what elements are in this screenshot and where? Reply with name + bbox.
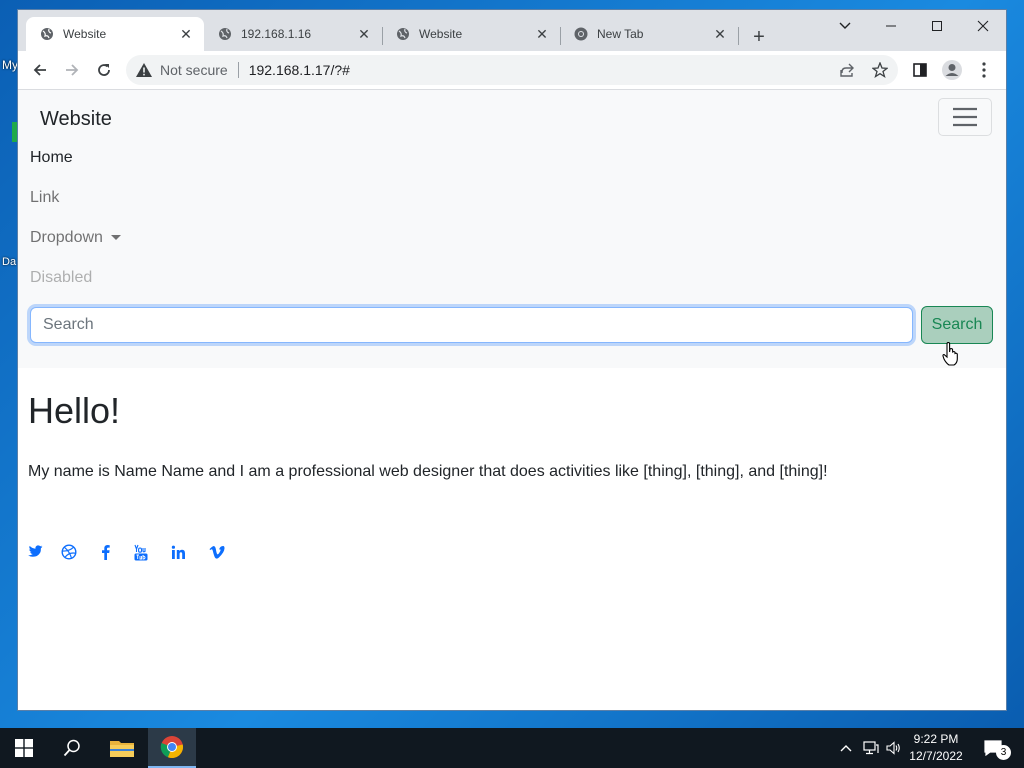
maximize-icon (932, 21, 942, 31)
maximize-button[interactable] (914, 10, 960, 42)
back-arrow-icon (33, 64, 46, 76)
hamburger-icon (953, 107, 977, 127)
web-page: Website Home Link Dropdown Disabled Sear… (18, 90, 1006, 710)
nav-link-disabled: Disabled (30, 269, 93, 286)
tab-192-168-1-16[interactable]: 192.168.1.16 ✕ (204, 17, 382, 51)
share-icon (840, 63, 854, 77)
chevron-up-icon (840, 745, 852, 752)
hand-cursor-icon (942, 342, 958, 366)
avatar-icon (942, 60, 962, 80)
minimize-button[interactable] (868, 10, 914, 42)
url-text[interactable]: 192.168.1.17/?# (249, 62, 350, 78)
navbar: Website Home Link Dropdown Disabled Sear… (18, 90, 1006, 368)
facebook-icon[interactable] (96, 543, 114, 561)
windows-icon (15, 739, 33, 757)
navbar-toggler-button[interactable] (938, 98, 992, 136)
tab-separator (738, 27, 739, 45)
youtube-icon[interactable] (132, 543, 150, 561)
side-panel-button[interactable] (906, 56, 934, 84)
action-center-button[interactable]: 3 (978, 728, 1011, 768)
tab-title: Website (63, 27, 107, 41)
nav-dropdown[interactable]: Dropdown (30, 229, 121, 247)
linkedin-icon[interactable] (169, 543, 187, 561)
tab-search-button[interactable] (822, 10, 868, 42)
address-separator (237, 62, 239, 78)
tab-title: 192.168.1.16 (241, 27, 312, 41)
desktop-icon-label[interactable]: Da (2, 256, 16, 268)
tab-website-active[interactable]: Website ✕ (26, 17, 204, 51)
menu-button[interactable] (970, 56, 998, 84)
taskbar: 9:22 PM 12/7/2022 3 (0, 728, 1024, 768)
forward-arrow-icon (66, 64, 79, 76)
tray-overflow-button[interactable] (838, 728, 854, 768)
volume-button[interactable] (884, 728, 904, 768)
nav-link-link[interactable]: Link (30, 189, 59, 207)
navbar-brand[interactable]: Website (40, 108, 112, 131)
search-input[interactable] (30, 307, 913, 343)
side-panel-icon (913, 63, 927, 77)
search-button[interactable]: Search (921, 306, 993, 344)
network-icon (863, 741, 879, 755)
reload-icon (98, 64, 110, 76)
address-bar[interactable]: Not secure 192.168.1.17/?# (126, 55, 898, 85)
speaker-icon (886, 741, 900, 755)
chrome-icon (160, 736, 184, 759)
clock-time: 9:22 PM (913, 732, 959, 746)
page-heading: Hello! (28, 390, 121, 431)
tab-title: New Tab (597, 27, 644, 41)
chevron-down-icon (839, 22, 851, 29)
security-label[interactable]: Not secure (160, 62, 228, 78)
star-icon (872, 62, 888, 78)
profile-button[interactable] (938, 56, 966, 84)
browser-window: Website ✕ 192.168.1.16 ✕ Website ✕ New T… (18, 10, 1006, 710)
folder-icon (110, 741, 134, 757)
tab-website[interactable]: Website ✕ (382, 17, 560, 51)
globe-icon (218, 27, 232, 41)
warning-icon[interactable] (136, 63, 152, 77)
search-taskbar-button[interactable] (48, 728, 96, 768)
kebab-menu-icon (982, 62, 986, 78)
chrome-icon (574, 27, 588, 41)
nav-link-home[interactable]: Home (30, 149, 73, 167)
vimeo-icon[interactable] (208, 543, 226, 561)
desktop-icon-label[interactable]: My (2, 58, 18, 72)
reload-button[interactable] (90, 56, 118, 84)
start-button[interactable] (0, 728, 48, 768)
twitter-icon[interactable] (26, 543, 44, 561)
network-button[interactable] (860, 728, 882, 768)
globe-icon (40, 27, 54, 41)
dribbble-icon[interactable] (60, 543, 78, 561)
browser-toolbar: Not secure 192.168.1.17/?# (18, 51, 1006, 90)
caret-down-icon (110, 235, 121, 241)
share-button[interactable] (833, 56, 861, 84)
globe-icon (396, 27, 410, 41)
close-window-button[interactable] (960, 10, 1006, 42)
tab-title: Website (419, 27, 463, 41)
nav-dropdown-label: Dropdown (30, 229, 103, 246)
minimize-icon (886, 25, 896, 27)
bookmark-button[interactable] (866, 56, 894, 84)
back-button[interactable] (26, 56, 54, 84)
chrome-taskbar-button[interactable] (148, 728, 196, 768)
search-icon (63, 739, 80, 757)
close-tab-icon[interactable]: ✕ (178, 26, 194, 42)
taskbar-clock[interactable]: 9:22 PM 12/7/2022 (904, 731, 968, 765)
file-explorer-button[interactable] (98, 728, 146, 768)
notification-badge: 3 (996, 745, 1011, 760)
close-tab-icon[interactable]: ✕ (534, 26, 550, 42)
clock-date: 12/7/2022 (909, 749, 963, 763)
close-tab-icon[interactable]: ✕ (356, 26, 372, 42)
intro-paragraph: My name is Name Name and I am a professi… (28, 463, 828, 480)
forward-button[interactable] (58, 56, 86, 84)
tab-strip: Website ✕ 192.168.1.16 ✕ Website ✕ New T… (18, 10, 1006, 51)
new-tab-button[interactable]: + (748, 26, 770, 48)
close-tab-icon[interactable]: ✕ (712, 26, 728, 42)
tab-new-tab[interactable]: New Tab ✕ (560, 17, 738, 51)
close-icon (977, 20, 989, 32)
